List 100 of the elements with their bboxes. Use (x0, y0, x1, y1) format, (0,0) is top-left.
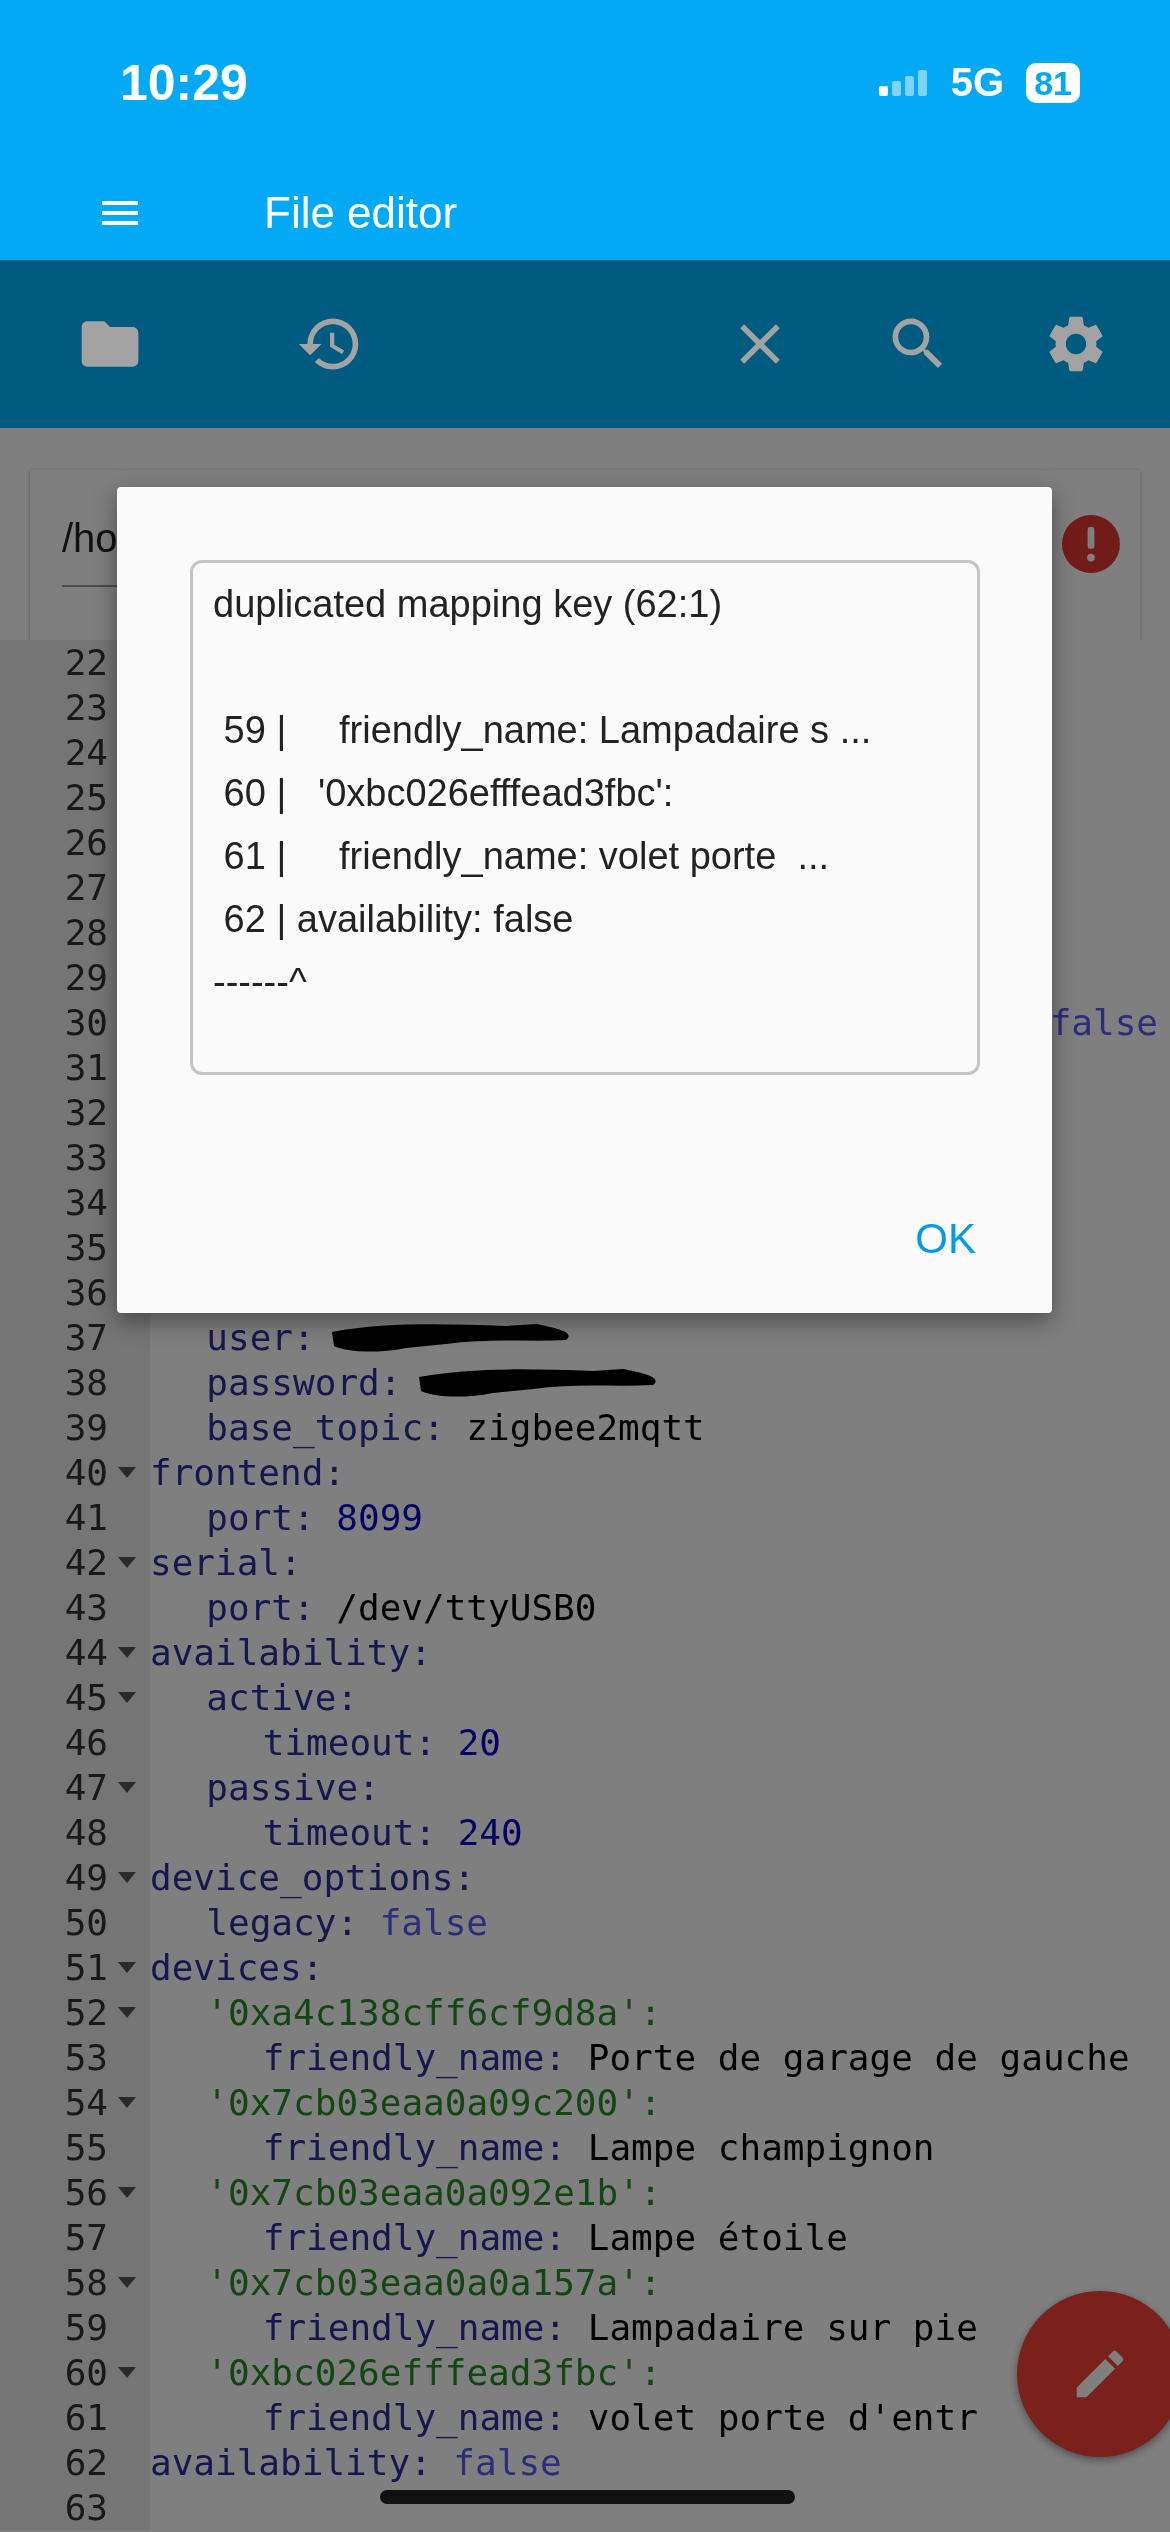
line-number: 59 (63, 2306, 108, 2350)
line-number: 51 (63, 1946, 108, 1990)
fold-arrow-icon[interactable] (118, 1557, 136, 1568)
line-number: 45 (63, 1676, 108, 1720)
yaml-key: port: (206, 1495, 315, 1540)
line-number: 26 (63, 821, 108, 865)
yaml-key: timeout: (262, 1720, 437, 1765)
yaml-key: friendly_name: (262, 2035, 567, 2080)
line-number: 61 (63, 2396, 108, 2440)
line-number: 55 (63, 2126, 108, 2170)
fold-arrow-icon[interactable] (118, 1647, 136, 1658)
line-number: 43 (63, 1586, 108, 1630)
yaml-key: legacy: (206, 1900, 359, 1945)
line-number: 50 (63, 1901, 108, 1945)
yaml-value: Porte de garage de gauche (587, 2036, 1130, 2080)
yaml-value: false (379, 1901, 489, 1945)
line-number: 24 (63, 731, 108, 775)
error-message: duplicated mapping key (62:1) (213, 582, 724, 627)
yaml-key: serial: (150, 1540, 302, 1585)
line-number: 44 (63, 1631, 108, 1675)
fold-arrow-icon[interactable] (118, 1782, 136, 1793)
fold-arrow-icon[interactable] (118, 2097, 136, 2108)
yaml-key: friendly_name: (262, 2395, 567, 2440)
yaml-value: Lampadaire sur pie (587, 2306, 978, 2350)
line-number: 42 (63, 1541, 108, 1585)
signal-icon (878, 69, 929, 96)
line-number: 34 (63, 1181, 108, 1225)
line-number: 29 (63, 956, 108, 1000)
line-number: 28 (63, 911, 108, 955)
yaml-value: volet porte d'entr (587, 2396, 978, 2440)
line-number: 27 (63, 866, 108, 910)
line-number: 31 (63, 1046, 108, 1090)
fold-arrow-icon[interactable] (118, 2367, 136, 2378)
yaml-key: '0x7cb03eaa0a0a157a': (206, 2260, 662, 2305)
line-number: 52 (63, 1991, 108, 2035)
yaml-key: user: (206, 1315, 315, 1360)
line-number: 30 (63, 1001, 108, 1045)
line-number: 63 (63, 2486, 108, 2530)
network-label: 5G (950, 60, 1005, 105)
yaml-value: Lampe étoile (587, 2216, 848, 2260)
line-number: 40 (63, 1451, 108, 1495)
line-number: 23 (63, 686, 108, 730)
code-snippet-line: 60 | '0xbc026efffead3fbc': (222, 771, 675, 816)
code-snippet-line: 59 | friendly_name: Lampadaire s ... (222, 708, 873, 753)
yaml-value: /dev/ttyUSB0 (336, 1586, 597, 1630)
fold-arrow-icon[interactable] (118, 1962, 136, 1973)
line-number: 38 (63, 1361, 108, 1405)
fold-arrow-icon[interactable] (118, 1692, 136, 1703)
line-number: 33 (63, 1136, 108, 1180)
line-number: 36 (63, 1271, 108, 1315)
yaml-key: friendly_name: (262, 2125, 567, 2170)
yaml-value: false (1049, 1001, 1158, 1045)
line-number: 46 (63, 1721, 108, 1765)
yaml-value: zigbee2mqtt (466, 1406, 705, 1450)
yaml-value: Lampe champignon (587, 2126, 935, 2170)
yaml-key: availability: (150, 2440, 432, 2485)
yaml-key: '0xbc026efffead3fbc': (206, 2350, 662, 2395)
fold-arrow-icon[interactable] (118, 2187, 136, 2198)
ok-button[interactable]: OK (901, 1205, 990, 1273)
yaml-key: password: (206, 1360, 402, 1405)
yaml-value: false (453, 2441, 562, 2485)
code-snippet-line: 62 | availability: false (222, 897, 575, 942)
clock-time: 10:29 (120, 53, 248, 112)
fold-arrow-icon[interactable] (118, 2277, 136, 2288)
line-number: 62 (63, 2441, 108, 2485)
yaml-key: '0x7cb03eaa0a092e1b': (206, 2170, 662, 2215)
app-title: File editor (264, 187, 458, 238)
line-number: 47 (63, 1766, 108, 1810)
yaml-key: active: (206, 1675, 359, 1720)
yaml-key: device_options: (150, 1855, 476, 1900)
line-number: 60 (63, 2351, 108, 2395)
line-number: 56 (63, 2171, 108, 2215)
line-number: 53 (63, 2036, 108, 2080)
line-number: 25 (63, 776, 108, 820)
yaml-key: '0x7cb03eaa0a09c200': (206, 2080, 662, 2125)
line-number: 48 (63, 1811, 108, 1855)
yaml-key: port: (206, 1585, 315, 1630)
yaml-key: frontend: (150, 1450, 346, 1495)
code-snippet-line: 61 | friendly_name: volet porte ... (222, 834, 831, 879)
line-number: 58 (63, 2261, 108, 2305)
line-number: 35 (63, 1226, 108, 1270)
yaml-value: 8099 (336, 1496, 423, 1540)
line-number: 39 (63, 1406, 108, 1450)
yaml-key: base_topic: (206, 1405, 445, 1450)
yaml-value: 240 (457, 1811, 523, 1855)
yaml-key: devices: (150, 1945, 324, 1990)
yaml-key: timeout: (262, 1810, 437, 1855)
line-number: 32 (63, 1091, 108, 1135)
fold-arrow-icon[interactable] (118, 1467, 136, 1478)
yaml-key: friendly_name: (262, 2305, 567, 2350)
line-number: 57 (63, 2216, 108, 2260)
yaml-key: passive: (206, 1765, 380, 1810)
fold-arrow-icon[interactable] (118, 2007, 136, 2018)
yaml-key: friendly_name: (262, 2215, 567, 2260)
fold-arrow-icon[interactable] (118, 1872, 136, 1883)
yaml-key: '0xa4c138cff6cf9d8a': (206, 1990, 662, 2035)
line-number: 41 (63, 1496, 108, 1540)
line-number: 54 (63, 2081, 108, 2125)
line-number: 22 (63, 641, 108, 685)
battery-indicator: 81 (1026, 62, 1080, 103)
